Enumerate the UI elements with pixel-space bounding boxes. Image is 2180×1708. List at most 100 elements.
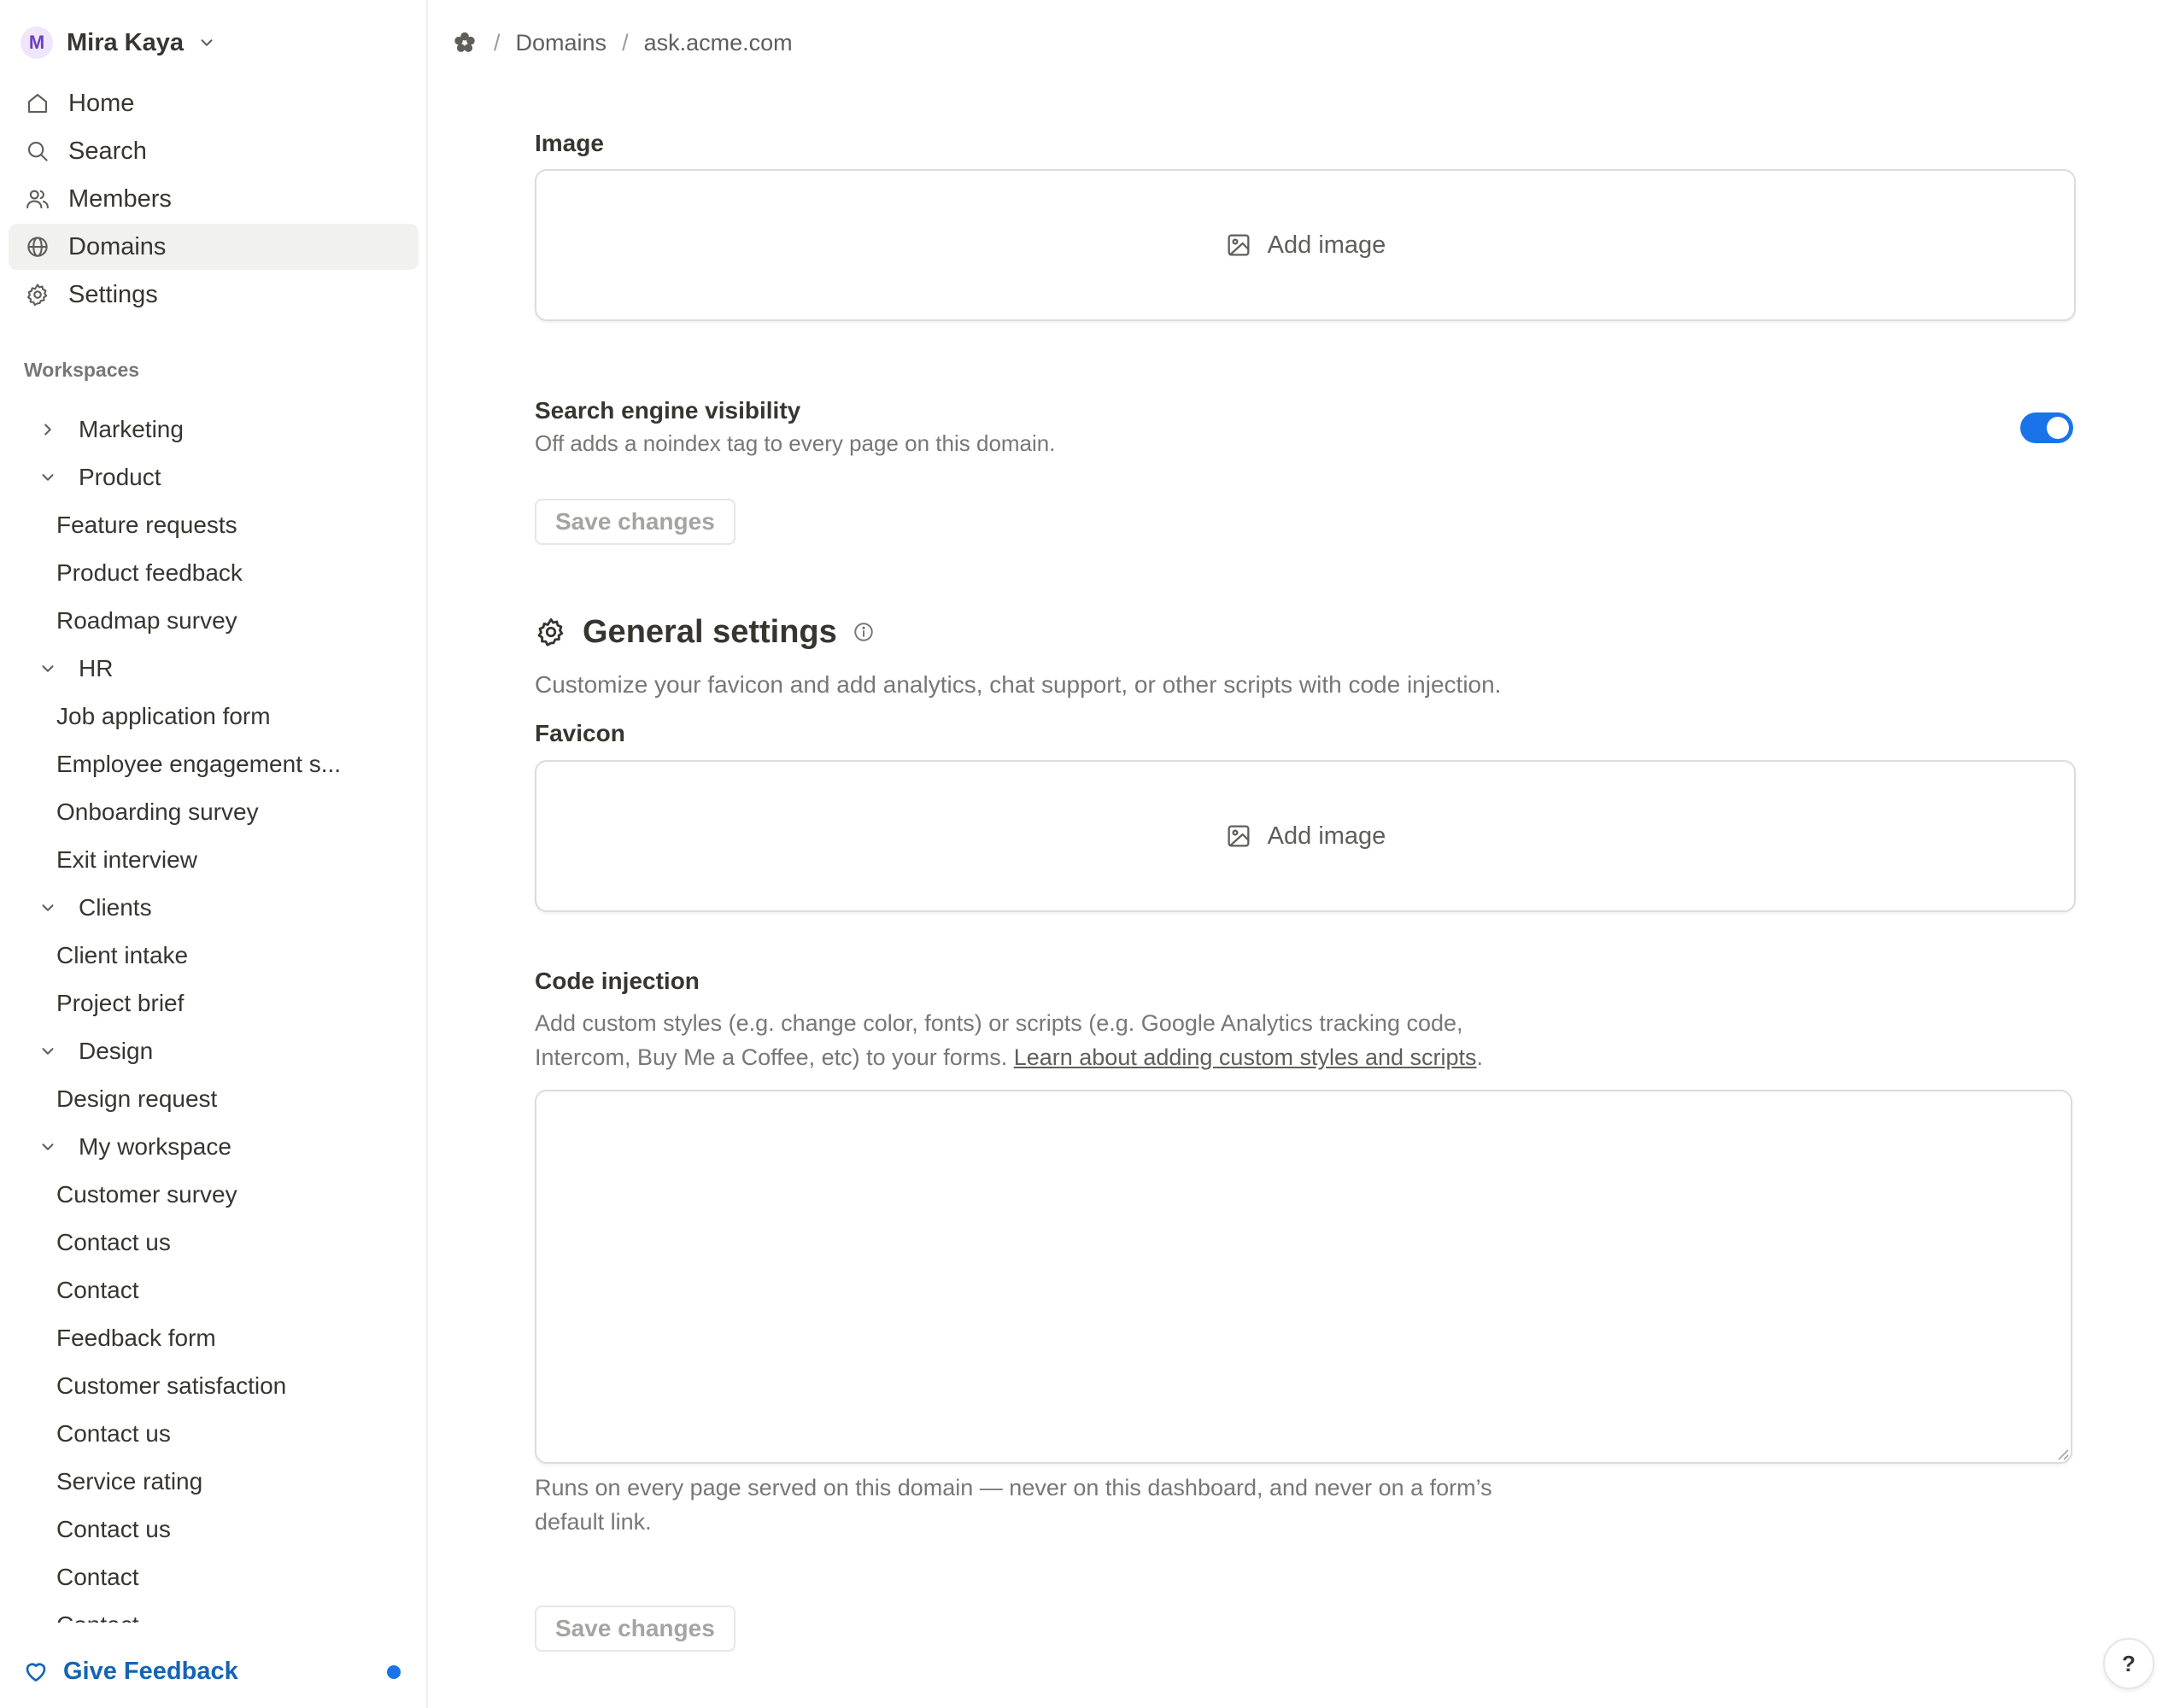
form-item[interactable]: Contact [0,1601,426,1623]
nav-domains-label: Domains [68,232,167,260]
image-label: Image [535,130,604,156]
workspace-item[interactable]: Design [0,1027,426,1075]
nav-search-label: Search [68,137,147,165]
breadcrumb-domains[interactable]: Domains [516,30,607,56]
form-item[interactable]: Onboarding survey [0,788,426,836]
form-item[interactable]: Customer satisfaction [0,1362,426,1410]
form-item[interactable]: Product feedback [0,549,426,597]
form-item[interactable]: Customer survey [0,1171,426,1219]
chevron-down-icon[interactable] [38,898,58,918]
general-settings-header: General settings [535,608,875,656]
form-label: Project brief [56,990,185,1016]
form-item[interactable]: Job application form [0,693,426,740]
workspace-item[interactable]: Product [0,453,426,501]
user-menu[interactable]: M Mira Kaya [21,24,216,61]
workspace-item[interactable]: Marketing [0,406,426,453]
custom-styles-link[interactable]: Learn about adding custom styles and scr… [1014,1044,1477,1070]
code-injection-desc-line2: Intercom, Buy Me a Coffee, etc) to your … [535,1044,1014,1070]
workspace-label: Clients [79,894,152,921]
add-favicon-label: Add image [1267,822,1386,850]
breadcrumb: / Domains / ask.acme.com [451,24,793,61]
visibility-description: Off adds a noindex tag to every page on … [535,430,1056,456]
form-label: Contact us [56,1516,171,1542]
workspace-label: Design [79,1038,154,1064]
code-injection-description: Add custom styles (e.g. change color, fo… [535,1006,1483,1074]
form-item[interactable]: Project brief [0,980,426,1027]
form-item[interactable]: Employee engagement s... [0,740,426,788]
breadcrumb-separator: / [494,29,501,56]
code-injection-note: Runs on every page served on this domain… [535,1471,1492,1539]
chevron-down-icon[interactable] [38,467,58,488]
form-item[interactable]: Contact [0,1553,426,1601]
favicon-dropzone[interactable]: Add image [535,760,2076,912]
form-item[interactable]: Feature requests [0,501,426,549]
nav-members-label: Members [68,184,172,213]
nav-search[interactable]: Search [9,128,419,174]
give-feedback-button[interactable]: Give Feedback [22,1658,238,1686]
user-name: Mira Kaya [67,28,185,56]
visibility-title: Search engine visibility [535,397,801,424]
form-item[interactable]: Contact us [0,1506,426,1553]
nav-home-label: Home [68,89,135,117]
workspace-item[interactable]: Clients [0,884,426,932]
notification-dot [387,1665,401,1679]
avatar: M [21,26,53,59]
nav-domains[interactable]: Domains [9,224,419,270]
chevron-down-icon[interactable] [38,1137,58,1157]
form-label: Product feedback [56,559,243,586]
info-icon[interactable] [853,621,875,643]
form-item[interactable]: Roadmap survey [0,597,426,645]
form-item[interactable]: Exit interview [0,836,426,884]
workspace-item[interactable]: HR [0,645,426,693]
resize-handle-icon[interactable] [2055,1447,2069,1460]
nav-settings[interactable]: Settings [9,272,419,318]
code-injection-desc-end: . [1476,1044,1484,1070]
workspace-item[interactable]: My workspace [0,1123,426,1171]
workspaces-label: Workspaces [24,359,140,381]
general-settings-title: General settings [583,613,837,650]
form-item[interactable]: Service rating [0,1458,426,1506]
chevron-down-icon[interactable] [38,1041,58,1062]
form-label: Contact [56,1277,139,1303]
breadcrumb-current-domain: ask.acme.com [643,29,793,56]
visibility-toggle[interactable] [2020,412,2073,443]
form-label: Design request [56,1085,218,1112]
image-dropzone[interactable]: Add image [535,169,2076,321]
workspace-label: Product [79,464,161,490]
workspace-label: HR [79,655,114,681]
main-nav: Home Search Members Domains Settings [9,80,419,319]
code-injection-note-line1: Runs on every page served on this domain… [535,1475,1492,1500]
form-item[interactable]: Contact us [0,1219,426,1266]
workspace-tree: Marketing Product Feature requests Product … [0,406,426,1623]
home-icon [24,90,51,117]
give-feedback-label: Give Feedback [63,1657,238,1685]
gear-icon [535,616,567,648]
members-icon [24,185,51,213]
form-label: Contact [56,1564,139,1590]
save-changes-button[interactable]: Save changes [535,499,735,545]
form-label: Customer survey [56,1181,237,1208]
code-injection-textarea[interactable] [535,1090,2072,1464]
save-changes-button-bottom[interactable]: Save changes [535,1606,735,1652]
help-button[interactable]: ? [2103,1638,2154,1689]
form-item[interactable]: Contact us [0,1410,426,1458]
workspace-logo-icon[interactable] [451,29,478,56]
general-settings-description: Customize your favicon and add analytics… [535,671,1502,698]
heart-icon [22,1658,50,1685]
chevron-down-icon[interactable] [38,658,58,679]
form-item[interactable]: Client intake [0,932,426,980]
chevron-right-icon[interactable] [38,419,58,440]
nav-settings-label: Settings [68,280,158,308]
form-item[interactable]: Feedback form [0,1314,426,1362]
form-item[interactable]: Design request [0,1075,426,1123]
code-injection-desc-line1: Add custom styles (e.g. change color, fo… [535,1010,1463,1036]
favicon-label: Favicon [535,720,625,746]
nav-members[interactable]: Members [9,176,419,222]
image-icon [1225,822,1252,850]
form-label: Feature requests [56,512,237,538]
nav-home[interactable]: Home [9,80,419,126]
breadcrumb-separator: / [622,29,629,56]
form-label: Service rating [56,1468,203,1494]
form-item[interactable]: Contact [0,1266,426,1314]
gear-icon [24,281,51,308]
